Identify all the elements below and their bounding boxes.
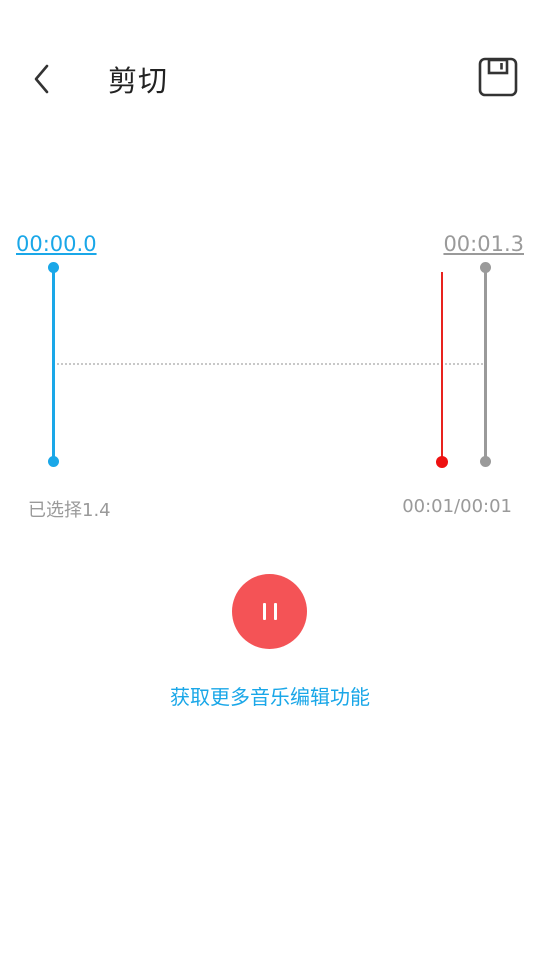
start-handle-top-knob[interactable] [48,262,59,273]
playhead-knob[interactable] [436,456,448,468]
waveform-track [57,363,483,365]
end-handle-bottom-knob[interactable] [480,456,491,467]
start-handle-line[interactable] [52,268,55,462]
save-button[interactable] [478,57,518,97]
playback-progress-label: 00:01/00:01 [402,496,512,517]
selected-duration-label: 已选择1.4 [28,500,111,521]
end-handle-line[interactable] [484,268,487,462]
end-time-link[interactable]: 00:01.3 [443,232,524,256]
floppy-disk-icon [478,57,518,97]
start-time-link[interactable]: 00:00.0 [16,232,97,256]
page-title: 剪切 [108,64,169,98]
playhead-line[interactable] [441,272,443,462]
play-pause-button[interactable] [232,574,307,649]
start-handle-bottom-knob[interactable] [48,456,59,467]
pause-icon [259,603,281,620]
end-handle-top-knob[interactable] [480,262,491,273]
more-features-link[interactable]: 获取更多音乐编辑功能 [0,681,540,710]
chevron-left-icon [34,64,49,94]
back-button[interactable] [22,58,64,100]
